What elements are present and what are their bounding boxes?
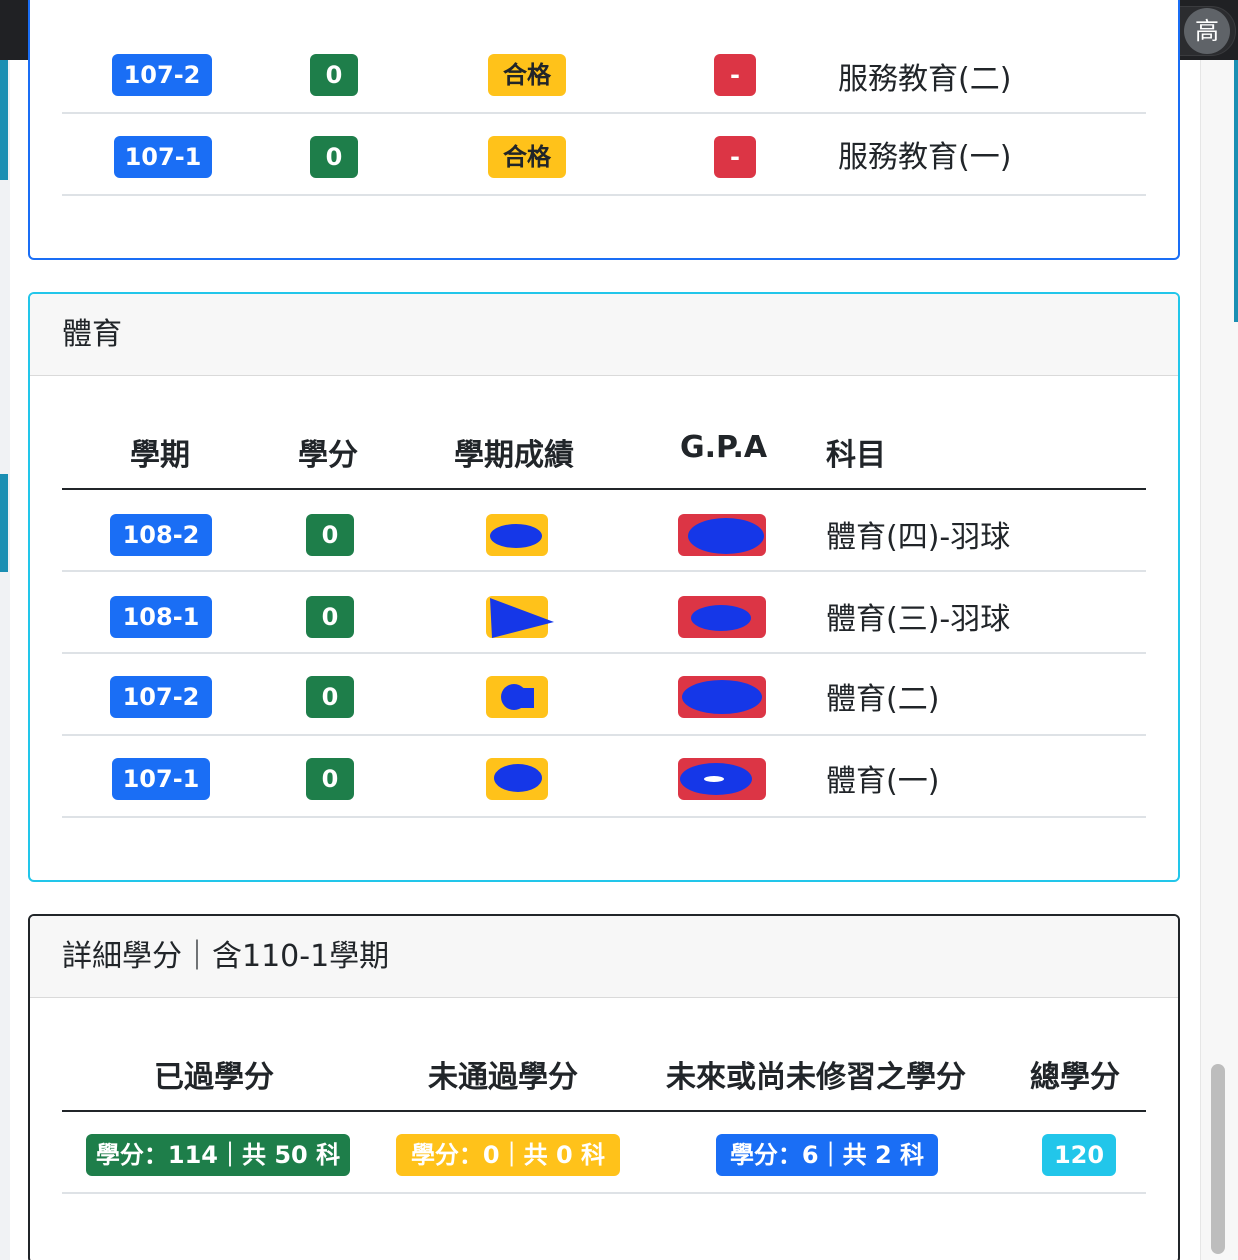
subject-name: 體育(四)-羽球 <box>826 520 1011 555</box>
failed-credits-badge: 學分：0｜共 0 科 <box>396 1134 620 1176</box>
redaction-scribble <box>490 524 542 548</box>
subject-name: 體育(二) <box>826 682 940 717</box>
redaction-scribble <box>680 763 752 795</box>
credit-badge: 0 <box>306 596 354 638</box>
table-row: 107-2 0 體育(二) <box>62 654 1146 736</box>
term-badge: 108-1 <box>110 596 212 638</box>
table-row: 107-1 0 體育(一) <box>62 736 1146 818</box>
score-badge: 合格 <box>488 136 566 178</box>
credit-badge: 0 <box>310 54 358 96</box>
table-row: 107-2 0 合格 - 服務教育(二) <box>62 32 1146 114</box>
redaction-scribble <box>501 684 534 710</box>
service-education-card: 107-2 0 合格 - 服務教育(二) 107-1 0 合格 - 服務教育(一… <box>28 0 1180 260</box>
th-gpa: G.P.A <box>680 430 768 465</box>
profile-avatar[interactable]: 高 <box>1184 8 1230 54</box>
credit-badge: 0 <box>306 676 354 718</box>
redaction-scribble <box>688 518 764 554</box>
service-education-table: 107-2 0 合格 - 服務教育(二) 107-1 0 合格 - 服務教育(一… <box>62 32 1146 196</box>
right-edge-marker <box>1234 60 1238 322</box>
th-term: 學期 <box>130 438 190 473</box>
page-left-edge <box>0 60 10 1260</box>
subject-name: 服務教育(二) <box>838 62 1012 97</box>
th-passed-credits: 已過學分 <box>154 1060 274 1095</box>
subject-name: 體育(一) <box>826 764 940 799</box>
pe-card: 體育 學期 學分 學期成績 G.P.A 科目 108-2 0 體育(四)-羽球 … <box>28 292 1180 882</box>
table-row: 108-1 0 體育(三)-羽球 <box>62 572 1146 654</box>
redaction-scribble <box>682 680 762 714</box>
credit-summary-title: 詳細學分｜含110-1學期 <box>30 916 1178 998</box>
term-badge: 107-2 <box>112 54 212 96</box>
pe-table-header: 學期 學分 學期成績 G.P.A 科目 <box>62 406 1146 490</box>
subject-name: 體育(三)-羽球 <box>826 602 1011 637</box>
redaction-scribble <box>691 605 751 631</box>
scrollbar-thumb[interactable] <box>1211 1064 1225 1254</box>
credit-badge: 0 <box>310 136 358 178</box>
gpa-badge: - <box>714 136 756 178</box>
total-credits-badge: 120 <box>1042 1134 1116 1176</box>
left-edge-marker <box>0 60 8 180</box>
term-badge: 107-1 <box>112 758 210 800</box>
th-subject: 科目 <box>826 438 886 473</box>
table-row: 學分：114｜共 50 科 學分：0｜共 0 科 學分：6｜共 2 科 120 <box>62 1112 1146 1194</box>
passed-credits-badge: 學分：114｜共 50 科 <box>86 1134 350 1176</box>
pe-table: 學期 學分 學期成績 G.P.A 科目 108-2 0 體育(四)-羽球 108… <box>62 406 1146 846</box>
credit-badge: 0 <box>306 758 354 800</box>
th-failed-credits: 未通過學分 <box>428 1060 578 1095</box>
credit-summary-table: 已過學分 未通過學分 未來或尚未修習之學分 總學分 學分：114｜共 50 科 … <box>62 1028 1146 1228</box>
term-badge: 107-1 <box>114 136 212 178</box>
th-credit: 學分 <box>298 438 358 473</box>
pe-card-title: 體育 <box>30 294 1178 376</box>
credit-summary-card: 詳細學分｜含110-1學期 已過學分 未通過學分 未來或尚未修習之學分 總學分 … <box>28 914 1180 1260</box>
future-credits-badge: 學分：6｜共 2 科 <box>716 1134 938 1176</box>
left-edge-marker <box>0 474 8 572</box>
redaction-scribble <box>490 598 554 638</box>
term-badge: 107-2 <box>110 676 212 718</box>
subject-name: 服務教育(一) <box>838 140 1012 175</box>
table-row: 108-2 0 體育(四)-羽球 <box>62 490 1146 572</box>
score-badge: 合格 <box>488 54 566 96</box>
redaction-scribble <box>494 764 542 792</box>
gpa-badge: - <box>714 54 756 96</box>
credit-table-header: 已過學分 未通過學分 未來或尚未修習之學分 總學分 <box>62 1028 1146 1112</box>
credit-badge: 0 <box>306 514 354 556</box>
term-badge: 108-2 <box>110 514 212 556</box>
th-future-credits: 未來或尚未修習之學分 <box>666 1060 966 1095</box>
th-score: 學期成績 <box>454 438 574 473</box>
th-total-credits: 總學分 <box>1030 1060 1120 1095</box>
table-row: 107-1 0 合格 - 服務教育(一) <box>62 114 1146 196</box>
